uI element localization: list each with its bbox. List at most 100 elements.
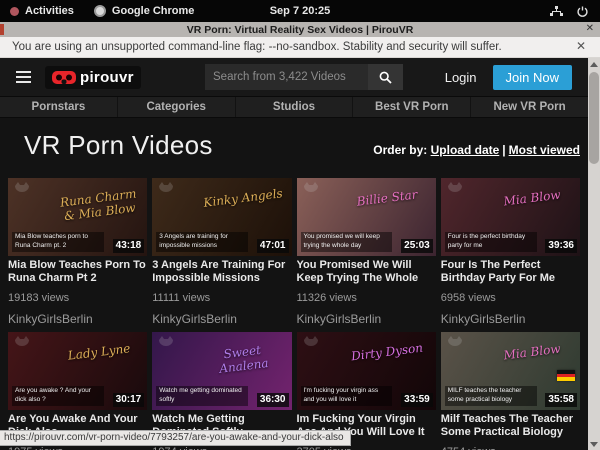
video-thumbnail[interactable]: Sweet Analena Watch me getting dominated… xyxy=(152,332,291,410)
thumbnail-overlay-title: Runa Charm & Mia Blow xyxy=(55,187,144,225)
video-card[interactable]: Mia Blow MILF teaches the teacher some p… xyxy=(441,332,580,450)
thumbnail-caption: Watch me getting dominated softly xyxy=(156,386,248,406)
video-views: 1975 views xyxy=(8,446,147,450)
search-bar xyxy=(205,64,403,90)
scroll-down-arrow-icon[interactable] xyxy=(588,438,600,450)
search-button[interactable] xyxy=(368,64,403,90)
login-link[interactable]: Login xyxy=(445,70,477,85)
order-by: Order by: Upload date| Most viewed xyxy=(373,143,580,157)
video-views: 4754 views xyxy=(441,446,580,450)
nav-item-new-vr[interactable]: New VR Porn xyxy=(470,97,588,117)
video-card[interactable]: Mia Blow Four is the perfect birthday pa… xyxy=(441,178,580,326)
video-duration-badge: 35:58 xyxy=(545,393,577,407)
video-studio-link[interactable]: KinkyGirlsBerlin xyxy=(152,312,291,326)
video-duration-badge: 43:18 xyxy=(113,239,145,253)
studio-watermark-icon xyxy=(302,181,320,201)
search-icon xyxy=(379,71,392,84)
video-duration-badge: 47:01 xyxy=(257,239,289,253)
thumbnail-caption: 3 Angels are training for impossible mis… xyxy=(156,232,248,252)
video-duration-badge: 33:59 xyxy=(401,393,433,407)
screen: Activities Google Chrome Sep 7 20:25 VR … xyxy=(0,0,600,450)
warning-text: You are using an unsupported command-lin… xyxy=(0,41,502,53)
video-grid: Runa Charm & Mia Blow Mia Blow teaches p… xyxy=(8,178,580,450)
video-views: 2705 views xyxy=(297,446,436,450)
order-separator: | xyxy=(502,143,505,157)
window-close-icon[interactable]: ✕ xyxy=(586,23,594,34)
activities-button[interactable]: Activities xyxy=(25,5,74,17)
studio-watermark-icon xyxy=(302,335,320,355)
video-thumbnail[interactable]: Mia Blow Four is the perfect birthday pa… xyxy=(441,178,580,256)
main-nav: Pornstars Categories Studios Best VR Por… xyxy=(0,96,588,118)
network-icon[interactable] xyxy=(550,6,563,17)
sandbox-warning-bar: You are using an unsupported command-lin… xyxy=(0,37,600,58)
video-title[interactable]: Four Is The Perfect Birthday Party For M… xyxy=(441,259,580,286)
status-dot-icon xyxy=(10,7,19,16)
thumbnail-caption: Four is the perfect birthday party for m… xyxy=(445,232,537,252)
german-flag-icon xyxy=(557,370,575,381)
thumbnail-caption: Are you awake ? And your dick also ? xyxy=(12,386,104,406)
warning-close-icon[interactable]: ✕ xyxy=(576,39,586,53)
system-top-bar: Activities Google Chrome Sep 7 20:25 xyxy=(0,0,600,22)
video-duration-badge: 25:03 xyxy=(401,239,433,253)
power-icon[interactable] xyxy=(577,6,588,17)
site-logo-text: pirouvr xyxy=(80,69,134,86)
thumbnail-overlay-title: Sweet Analena xyxy=(199,341,288,379)
video-studio-link[interactable]: KinkyGirlsBerlin xyxy=(297,312,436,326)
video-thumbnail[interactable]: Mia Blow MILF teaches the teacher some p… xyxy=(441,332,580,410)
nav-item-pornstars[interactable]: Pornstars xyxy=(0,97,117,117)
nav-item-categories[interactable]: Categories xyxy=(117,97,235,117)
video-thumbnail[interactable]: Dirty Dyson I'm fucking your virgin ass … xyxy=(297,332,436,410)
video-duration-badge: 39:36 xyxy=(545,239,577,253)
thumbnail-caption: MILF teaches the teacher some practical … xyxy=(445,386,537,406)
studio-watermark-icon xyxy=(13,181,31,201)
order-most-viewed-link[interactable]: Most viewed xyxy=(509,143,580,157)
site-header: pirouvr Login Join Now xyxy=(0,58,588,96)
window-title-bar: VR Porn: Virtual Reality Sex Videos | Pi… xyxy=(0,22,600,37)
scrollbar-thumb[interactable] xyxy=(589,72,599,164)
nav-item-best-vr[interactable]: Best VR Porn xyxy=(352,97,470,117)
video-title[interactable]: Mia Blow Teaches Porn To Runa Charm Pt 2 xyxy=(8,259,147,286)
video-thumbnail[interactable]: Billie Star You promised we will keep tr… xyxy=(297,178,436,256)
scrollbar[interactable] xyxy=(588,58,600,450)
nav-item-studios[interactable]: Studios xyxy=(235,97,353,117)
thumbnail-overlay-title: Dirty Dyson xyxy=(344,341,431,365)
studio-watermark-icon xyxy=(13,335,31,355)
studio-watermark-icon xyxy=(157,181,175,201)
video-title[interactable]: You Promised We Will Keep Trying The Who… xyxy=(297,259,436,286)
thumbnail-overlay-title: Kinky Angels xyxy=(200,187,287,211)
video-studio-link[interactable]: KinkyGirlsBerlin xyxy=(8,312,147,326)
studio-watermark-icon xyxy=(446,181,464,201)
search-input[interactable] xyxy=(205,64,368,90)
video-views: 11326 views xyxy=(297,292,436,304)
chrome-app-icon xyxy=(94,5,106,17)
page-title: VR Porn Videos xyxy=(24,130,213,161)
video-card[interactable]: Runa Charm & Mia Blow Mia Blow teaches p… xyxy=(8,178,147,326)
site-logo[interactable]: pirouvr xyxy=(45,66,141,89)
thumbnail-overlay-title: Mia Blow xyxy=(488,187,575,211)
menu-hamburger-icon[interactable] xyxy=(16,68,31,86)
video-duration-badge: 36:30 xyxy=(257,393,289,407)
video-title[interactable]: Milf Teaches The Teacher Some Practical … xyxy=(441,413,580,440)
browser-viewport: pirouvr Login Join Now Pornstars Categor… xyxy=(0,58,588,450)
video-thumbnail[interactable]: Lady Lyne Are you awake ? And your dick … xyxy=(8,332,147,410)
video-duration-badge: 30:17 xyxy=(113,393,145,407)
join-now-button[interactable]: Join Now xyxy=(493,65,572,90)
scroll-up-arrow-icon[interactable] xyxy=(588,58,600,70)
order-upload-date-link[interactable]: Upload date xyxy=(431,143,500,157)
order-by-label: Order by: xyxy=(373,143,427,157)
video-title[interactable]: 3 Angels Are Training For Impossible Mis… xyxy=(152,259,291,286)
studio-watermark-icon xyxy=(157,335,175,355)
window-title: VR Porn: Virtual Reality Sex Videos | Pi… xyxy=(187,24,414,36)
thumbnail-overlay-title: Billie Star xyxy=(344,187,431,211)
video-card[interactable]: Kinky Angels 3 Angels are training for i… xyxy=(152,178,291,326)
video-card[interactable]: Billie Star You promised we will keep tr… xyxy=(297,178,436,326)
video-views: 19183 views xyxy=(8,292,147,304)
vr-goggles-icon xyxy=(52,71,76,84)
video-studio-link[interactable]: KinkyGirlsBerlin xyxy=(441,312,580,326)
thumbnail-caption: I'm fucking your virgin ass and you will… xyxy=(301,386,393,406)
active-app-menu[interactable]: Google Chrome xyxy=(112,5,195,17)
video-views: 6958 views xyxy=(441,292,580,304)
video-thumbnail[interactable]: Runa Charm & Mia Blow Mia Blow teaches p… xyxy=(8,178,147,256)
studio-watermark-icon xyxy=(446,335,464,355)
video-thumbnail[interactable]: Kinky Angels 3 Angels are training for i… xyxy=(152,178,291,256)
